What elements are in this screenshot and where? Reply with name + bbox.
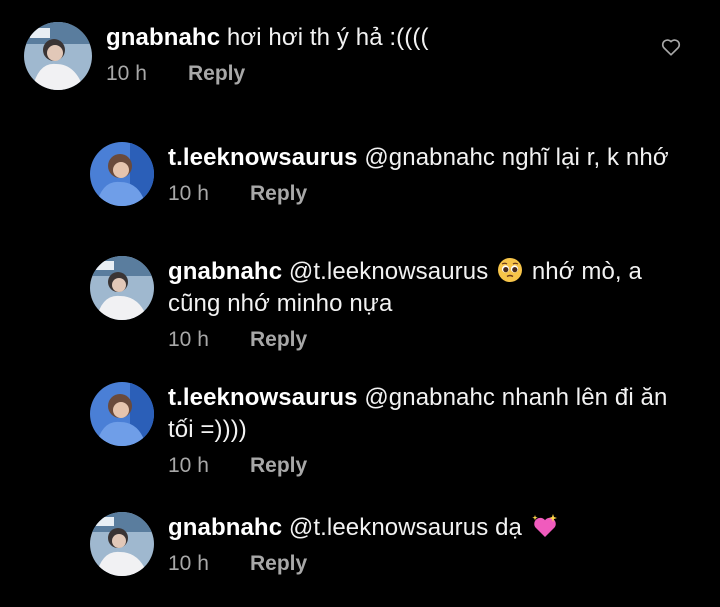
avatar[interactable] [90, 256, 154, 320]
comment-body: gnabnahc hơi hơi th ý hả :(((( 10 h Repl… [106, 22, 429, 86]
reply-item: gnabnahc @t.leeknowsaurus nhớ mò, a cũng… [90, 256, 642, 352]
avatar[interactable] [90, 382, 154, 446]
reply-item: gnabnahc @t.leeknowsaurus dạ 10 h Reply [90, 512, 561, 576]
comment-text: gnabnahc hơi hơi th ý hả :(((( [106, 22, 429, 54]
comment-meta: 10 h Reply [106, 62, 429, 86]
comment-text: t.leeknowsaurus @gnabnahc nhanh lên đi ă… [168, 382, 667, 414]
comment-meta: 10 h Reply [168, 328, 642, 352]
comment-body: gnabnahc @t.leeknowsaurus nhớ mò, a cũng… [168, 256, 642, 352]
reply-item: t.leeknowsaurus @gnabnahc nghĩ lại r, k … [90, 142, 669, 206]
reply-button[interactable]: Reply [188, 62, 245, 86]
comment-text-line2: cũng nhớ minho nựa [168, 290, 393, 317]
reply-button[interactable]: Reply [250, 454, 307, 478]
comment-body: t.leeknowsaurus @gnabnahc nhanh lên đi ă… [168, 382, 667, 478]
comment-meta: 10 h Reply [168, 454, 667, 478]
comment-username[interactable]: gnabnahc [106, 24, 220, 51]
comment-timestamp: 10 h [106, 62, 147, 85]
comment-timestamp: 10 h [168, 182, 209, 205]
heart-outline-icon[interactable] [660, 36, 682, 58]
comment-text-line2: tối =)))) [168, 416, 247, 443]
comment-timestamp: 10 h [168, 328, 209, 351]
comment-meta: 10 h Reply [168, 552, 561, 576]
comment-text: gnabnahc @t.leeknowsaurus nhớ mò, a [168, 256, 642, 288]
comment-username[interactable]: gnabnahc [168, 258, 282, 285]
reply-button[interactable]: Reply [250, 182, 307, 206]
comment-message: hơi hơi th ý hả :(((( [220, 24, 429, 51]
comment-item: gnabnahc hơi hơi th ý hả :(((( 10 h Repl… [24, 22, 429, 90]
comment-username[interactable]: t.leeknowsaurus [168, 384, 358, 411]
avatar[interactable] [90, 142, 154, 206]
comment-timestamp: 10 h [168, 552, 209, 575]
reply-button[interactable]: Reply [250, 328, 307, 352]
comment-text: t.leeknowsaurus @gnabnahc nghĩ lại r, k … [168, 142, 669, 174]
reply-button[interactable]: Reply [250, 552, 307, 576]
comment-message: @gnabnahc nghĩ lại r, k nhớ [357, 144, 669, 171]
comment-body: t.leeknowsaurus @gnabnahc nghĩ lại r, k … [168, 142, 669, 206]
comment-message: @t.leeknowsaurus [282, 258, 496, 285]
comment-timestamp: 10 h [168, 454, 209, 477]
reply-item: t.leeknowsaurus @gnabnahc nhanh lên đi ă… [90, 382, 667, 478]
comment-meta: 10 h Reply [168, 182, 669, 206]
comment-text: gnabnahc @t.leeknowsaurus dạ [168, 512, 561, 544]
avatar[interactable] [90, 512, 154, 576]
comment-body: gnabnahc @t.leeknowsaurus dạ 10 h Reply [168, 512, 561, 576]
comment-message-continued: nhớ mò, a [525, 258, 642, 285]
avatar[interactable] [24, 22, 92, 90]
pleading-face-emoji [498, 258, 523, 282]
comment-username[interactable]: t.leeknowsaurus [168, 144, 358, 171]
comment-message: @gnabnahc nhanh lên đi ăn [357, 384, 668, 411]
sparkling-heart-emoji [532, 514, 557, 537]
comment-username[interactable]: gnabnahc [168, 514, 282, 541]
comment-message: @t.leeknowsaurus dạ [282, 514, 529, 541]
